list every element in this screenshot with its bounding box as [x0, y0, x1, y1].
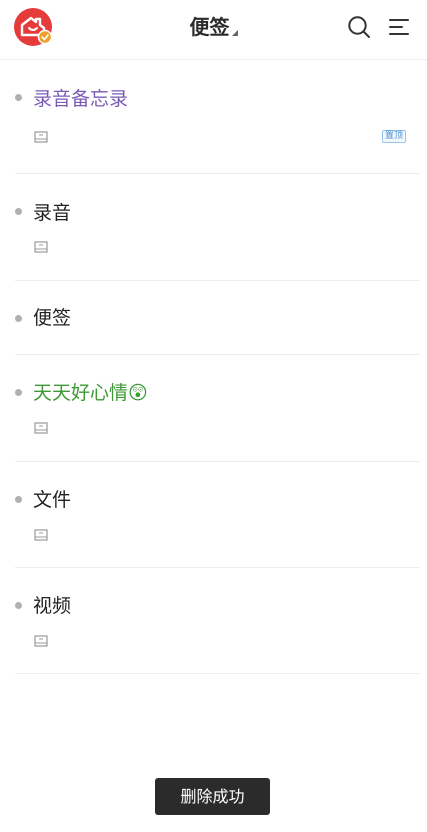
note-item[interactable]: 文件: [15, 462, 420, 568]
note-item[interactable]: 录音: [15, 174, 420, 281]
note-title: 录音: [33, 202, 72, 224]
dropdown-caret-icon[interactable]: [231, 30, 238, 36]
attachment-icon: [34, 529, 48, 541]
note-title: 视频: [33, 595, 72, 617]
page-title[interactable]: 便签: [190, 14, 230, 40]
bullet-dot: [15, 315, 22, 322]
toast-message: 删除成功: [155, 778, 270, 815]
note-item[interactable]: 天天好心情😲: [15, 355, 420, 462]
search-icon[interactable]: [347, 15, 371, 39]
note-title: 录音备忘录: [33, 88, 129, 110]
note-title: 天天好心情😲: [33, 382, 148, 404]
bullet-dot: [15, 496, 22, 503]
menu-icon[interactable]: [388, 15, 412, 39]
attachment-icon: [34, 241, 48, 253]
bullet-dot: [15, 602, 22, 609]
bullet-dot: [15, 389, 22, 396]
bullet-dot: [15, 208, 22, 215]
note-item[interactable]: 视频: [15, 568, 420, 674]
note-list: 录音备忘录 置顶 录音 便签 天天好心情😲 文件 视频: [0, 60, 427, 674]
note-item[interactable]: 录音备忘录 置顶: [15, 60, 420, 174]
attachment-icon: [34, 422, 48, 434]
attachment-icon: [34, 635, 48, 647]
attachment-icon: [34, 131, 48, 143]
note-title: 便签: [33, 307, 72, 329]
note-title: 文件: [33, 489, 72, 511]
bullet-dot: [15, 94, 22, 101]
note-item[interactable]: 便签: [15, 281, 420, 355]
top-bar: 便签: [0, 0, 427, 60]
pinned-badge: 置顶: [381, 130, 406, 143]
